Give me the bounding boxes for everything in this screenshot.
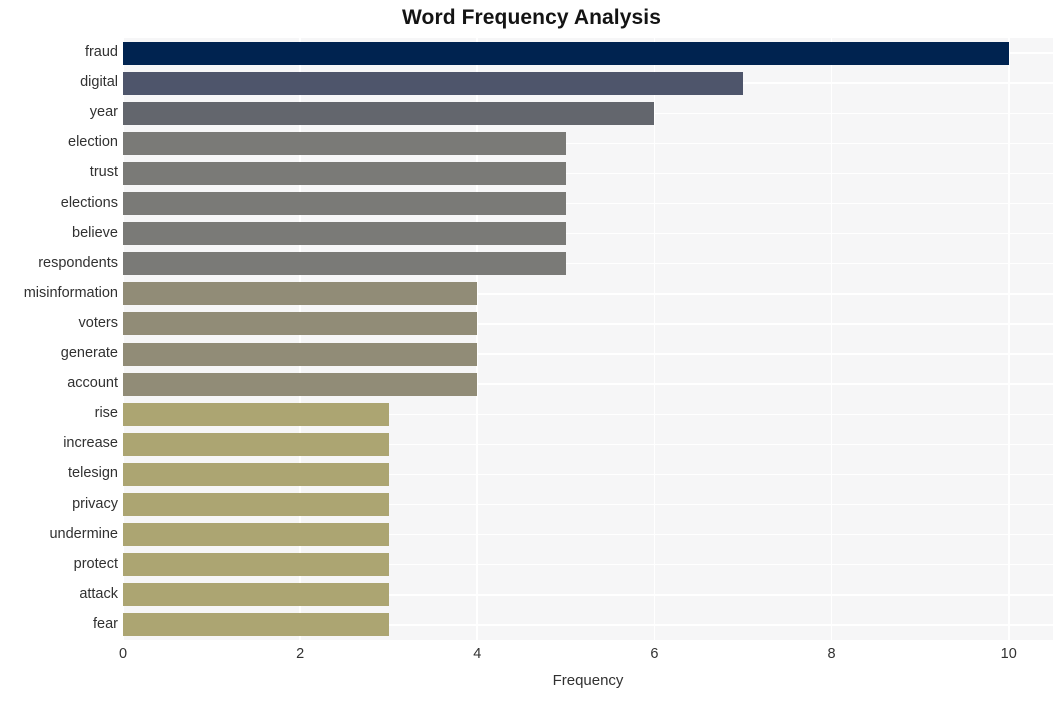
y-tick-label: protect <box>73 555 118 572</box>
bar <box>123 523 389 547</box>
bar <box>123 462 389 486</box>
word-frequency-chart-figure: Word Frequency Analysis fraud digital year… <box>0 0 1063 701</box>
y-tick-label: year <box>89 104 118 121</box>
bar <box>123 161 566 185</box>
vertical-gridline <box>830 38 833 640</box>
bar <box>123 432 389 456</box>
y-tick-label: rise <box>94 405 118 422</box>
y-axis-tick-labels: fraud digital year election trust elections be… <box>0 38 118 640</box>
bar <box>123 192 566 216</box>
bar <box>123 342 478 366</box>
x-tick-label: 4 <box>473 646 482 662</box>
y-tick-label: telesign <box>68 465 118 482</box>
x-tick-label: 6 <box>650 646 659 662</box>
y-tick-label: undermine <box>49 525 118 542</box>
vertical-gridline <box>476 38 479 640</box>
y-tick-label: generate <box>60 345 118 362</box>
y-tick-label: increase <box>63 435 118 452</box>
x-tick-label: 10 <box>1000 646 1017 662</box>
y-tick-label: trust <box>89 164 118 181</box>
chart-title: Word Frequency Analysis <box>401 6 662 29</box>
bar <box>123 493 389 517</box>
bar <box>123 312 478 336</box>
vertical-gridline <box>123 38 124 640</box>
y-tick-label: account <box>67 375 118 392</box>
bar <box>123 372 478 396</box>
y-tick-label: voters <box>78 314 119 331</box>
y-tick-label: fear <box>93 615 118 632</box>
vertical-gridline <box>1007 38 1010 640</box>
x-tick-label: 0 <box>118 646 128 662</box>
y-tick-label: believe <box>72 224 118 241</box>
bar <box>123 402 389 426</box>
bar <box>123 41 1009 65</box>
bar <box>123 583 389 607</box>
y-tick-label: fraud <box>84 44 118 61</box>
x-tick-label: 2 <box>296 646 305 662</box>
vertical-gridline <box>653 38 656 640</box>
vertical-gridline <box>299 38 301 640</box>
y-tick-label: attack <box>79 585 118 602</box>
x-tick-label: 8 <box>827 646 836 662</box>
y-tick-label: elections <box>60 194 118 211</box>
bar <box>123 131 566 155</box>
bar <box>123 71 743 95</box>
y-tick-label: respondents <box>38 254 118 271</box>
bar <box>123 101 655 125</box>
bar <box>123 553 389 577</box>
bar <box>123 282 478 306</box>
y-tick-label: election <box>68 134 118 151</box>
bar <box>123 222 566 246</box>
y-tick-label: misinformation <box>23 284 118 301</box>
plot-area <box>123 38 1053 640</box>
bar <box>123 613 389 637</box>
y-tick-label: privacy <box>72 495 118 512</box>
x-axis-tick-labels: 0 2 4 6 8 10 <box>0 640 1063 670</box>
x-axis-label: Frequency <box>552 672 624 689</box>
bar <box>123 252 566 276</box>
y-tick-label: digital <box>80 74 118 91</box>
